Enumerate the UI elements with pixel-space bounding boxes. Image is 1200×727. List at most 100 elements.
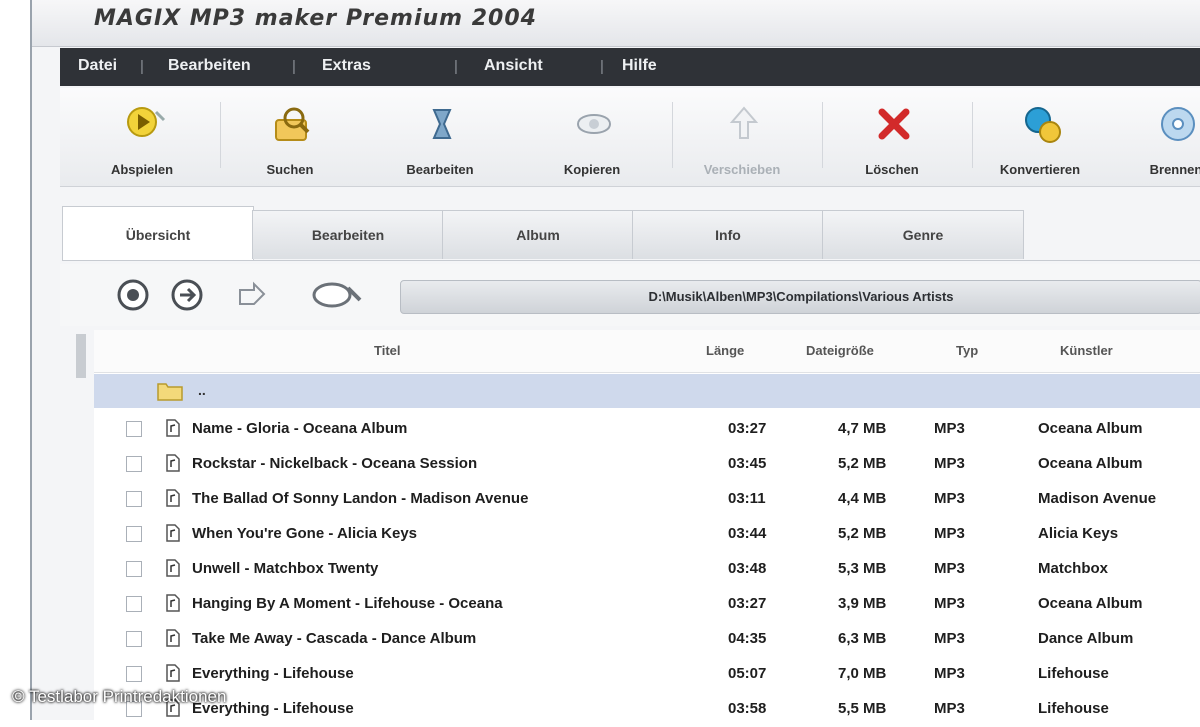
cell-duration: 03:27 (728, 595, 767, 612)
table-row[interactable]: Rockstar - Nickelback - Oceana Session 0… (94, 447, 1200, 482)
folder-icon (157, 383, 183, 401)
cell-title: Everything - Lifehouse (192, 700, 354, 717)
column-header-type[interactable]: Typ (956, 343, 978, 358)
cell-size: 3,9 MB (838, 595, 887, 612)
title-bar: MAGIX MP3 maker Premium 2004 (32, 0, 1200, 47)
row-checkbox[interactable] (126, 666, 142, 682)
move-button-label: Verschieben (703, 162, 781, 177)
row-checkbox[interactable] (126, 596, 142, 612)
back-icon[interactable] (116, 278, 150, 312)
cell-duration: 03:44 (728, 525, 767, 542)
cell-title: Rockstar - Nickelback - Oceana Session (192, 455, 478, 472)
path-bar[interactable]: D:\Musik\Alben\MP3\Compilations\Various … (400, 280, 1200, 314)
up-folder-icon[interactable] (234, 278, 268, 312)
audio-file-icon (166, 559, 180, 577)
table-row[interactable]: Everything - Lifehouse 03:58 5,5 MB MP3 … (94, 692, 1200, 727)
cell-size: 5,2 MB (838, 455, 887, 472)
cell-duration: 03:58 (728, 700, 767, 717)
cell-type: MP3 (934, 595, 965, 612)
play-icon (127, 107, 166, 137)
tab-genre[interactable]: Genre (822, 210, 1024, 259)
cell-title: Name - Gloria - Oceana Album (192, 420, 408, 437)
parent-folder-row[interactable]: .. (94, 374, 1200, 408)
column-header-size[interactable]: Dateigröße (806, 343, 874, 358)
cell-artist: Dance Album (1038, 630, 1134, 647)
tab-divider (62, 260, 1200, 261)
delete-icon (878, 108, 910, 140)
menu-separator: | (600, 58, 604, 75)
cell-size: 7,0 MB (838, 665, 887, 682)
cell-size: 5,3 MB (838, 560, 887, 577)
convert-button[interactable]: Konvertieren (980, 94, 1100, 182)
cell-size: 5,2 MB (838, 525, 887, 542)
convert-button-label: Konvertieren (999, 162, 1081, 177)
cell-title: The Ballad Of Sonny Landon - Madison Ave… (192, 490, 529, 507)
row-checkbox[interactable] (126, 421, 142, 437)
search-icon (275, 107, 310, 141)
toolbar-separator (220, 102, 221, 168)
row-checkbox[interactable] (126, 491, 142, 507)
cell-artist: Lifehouse (1038, 665, 1109, 682)
table-row[interactable]: When You're Gone - Alicia Keys 03:44 5,2… (94, 517, 1200, 552)
menu-item-file[interactable]: Datei (78, 57, 117, 75)
cell-duration: 03:48 (728, 560, 767, 577)
table-row[interactable]: Unwell - Matchbox Twenty 03:48 5,3 MB MP… (94, 552, 1200, 587)
refresh-icon[interactable] (310, 278, 366, 312)
row-checkbox[interactable] (126, 561, 142, 577)
table-row[interactable]: The Ballad Of Sonny Landon - Madison Ave… (94, 482, 1200, 517)
menu-item-edit[interactable]: Bearbeiten (168, 57, 251, 75)
delete-button[interactable]: Löschen (832, 94, 952, 182)
copy-button[interactable]: Kopieren (532, 94, 652, 182)
cell-title: Take Me Away - Cascada - Dance Album (192, 630, 477, 647)
column-header-title[interactable]: Titel (374, 343, 401, 358)
toolbar-separator (972, 102, 973, 168)
burn-button[interactable]: Brennen (1116, 94, 1200, 182)
list-header: Titel Länge Dateigröße Typ Künstler (94, 330, 1200, 373)
tab-overview[interactable]: Übersicht (62, 206, 254, 261)
cell-type: MP3 (934, 455, 965, 472)
edit-icon (432, 109, 452, 139)
column-header-duration[interactable]: Länge (706, 343, 744, 358)
menu-item-view[interactable]: Ansicht (484, 57, 543, 75)
cell-artist: Oceana Album (1038, 455, 1143, 472)
forward-icon[interactable] (170, 278, 204, 312)
menu-item-help[interactable]: Hilfe (622, 57, 657, 75)
table-row[interactable]: Hanging By A Moment - Lifehouse - Oceana… (94, 587, 1200, 622)
cell-type: MP3 (934, 700, 965, 717)
cell-size: 4,7 MB (838, 420, 887, 437)
move-button[interactable]: Verschieben (682, 94, 802, 182)
row-checkbox[interactable] (126, 631, 142, 647)
move-icon (729, 106, 759, 139)
table-row[interactable]: Everything - Lifehouse 05:07 7,0 MB MP3 … (94, 657, 1200, 692)
menu-bar: Datei | Bearbeiten | Extras | Ansicht | … (60, 48, 1200, 86)
row-checkbox[interactable] (126, 456, 142, 472)
tab-album[interactable]: Album (442, 210, 634, 259)
edit-button[interactable]: Bearbeiten (380, 94, 500, 182)
cell-title: When You're Gone - Alicia Keys (192, 525, 418, 542)
copy-icon (576, 114, 612, 134)
cell-type: MP3 (934, 560, 965, 577)
burn-icon (1161, 107, 1195, 141)
tab-info[interactable]: Info (632, 210, 824, 259)
edit-button-label: Bearbeiten (406, 162, 474, 177)
row-checkbox[interactable] (126, 526, 142, 542)
audio-file-icon (166, 524, 180, 542)
cell-artist: Matchbox (1038, 560, 1109, 577)
play-button[interactable]: Abspielen (82, 94, 202, 182)
menu-separator: | (140, 58, 144, 75)
menu-item-extras[interactable]: Extras (322, 57, 371, 75)
audio-file-icon (166, 454, 180, 472)
scrollbar-thumb[interactable] (76, 334, 86, 378)
cell-type: MP3 (934, 525, 965, 542)
tab-edit[interactable]: Bearbeiten (252, 210, 444, 259)
column-header-artist[interactable]: Künstler (1060, 343, 1113, 358)
cell-duration: 04:35 (728, 630, 767, 647)
convert-icon (1025, 107, 1061, 143)
toolbar-separator (672, 102, 673, 168)
search-button[interactable]: Suchen (230, 94, 350, 182)
table-row[interactable]: Take Me Away - Cascada - Dance Album 04:… (94, 622, 1200, 657)
cell-artist: Alicia Keys (1038, 525, 1119, 542)
cell-type: MP3 (934, 420, 965, 437)
cell-duration: 03:45 (728, 455, 767, 472)
table-row[interactable]: Name - Gloria - Oceana Album 03:27 4,7 M… (94, 412, 1200, 447)
